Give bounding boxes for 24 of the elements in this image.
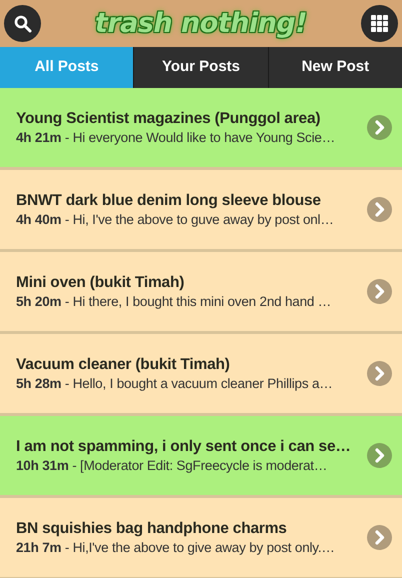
search-icon: [14, 14, 32, 32]
chevron-right-icon: [367, 361, 392, 386]
menu-button[interactable]: [361, 5, 398, 42]
post-title: Young Scientist magazines (Punggol area): [16, 108, 322, 129]
post-row[interactable]: I am not spamming, i only sent once i can se… 10h 31m - [Moderator Edit: SgFreecycle is moderat…: [0, 416, 402, 498]
post-title: Vacuum cleaner (bukit Timah): [16, 354, 231, 375]
post-title: I am not spamming, i only sent once i can se…: [16, 436, 352, 457]
post-title: Mini oven (bukit Timah): [16, 272, 186, 293]
post-summary: 5h 20m - Hi there, I bought this mini oven 2nd hand …: [16, 292, 332, 310]
post-title: BN squishies bag handphone charms: [16, 518, 288, 539]
post-summary: 10h 31m - [Moderator Edit: SgFreecycle is moderat…: [16, 456, 328, 474]
post-summary: 4h 21m - Hi everyone Would like to have Young Scie…: [16, 128, 336, 146]
chevron-right-icon: [367, 525, 392, 550]
chevron-right-icon: [367, 279, 392, 304]
post-summary: 4h 40m - Hi, I've the above to guve away by post onl…: [16, 210, 335, 228]
chevron-right-icon: [367, 197, 392, 222]
post-summary: 5h 28m - Hello, I bought a vacuum cleaner Phillips a…: [16, 374, 334, 392]
post-row[interactable]: Young Scientist magazines (Punggol area) 4h 21m - Hi everyone Would like to have Young Scie…: [0, 88, 402, 170]
search-button[interactable]: [4, 5, 41, 42]
grid-icon: [371, 15, 388, 32]
chevron-right-icon: [367, 115, 392, 140]
chevron-right-icon: [367, 443, 392, 468]
post-summary: 21h 7m - Hi,I've the above to give away by post only.…: [16, 538, 336, 556]
post-title: BNWT dark blue denim long sleeve blouse: [16, 190, 322, 211]
